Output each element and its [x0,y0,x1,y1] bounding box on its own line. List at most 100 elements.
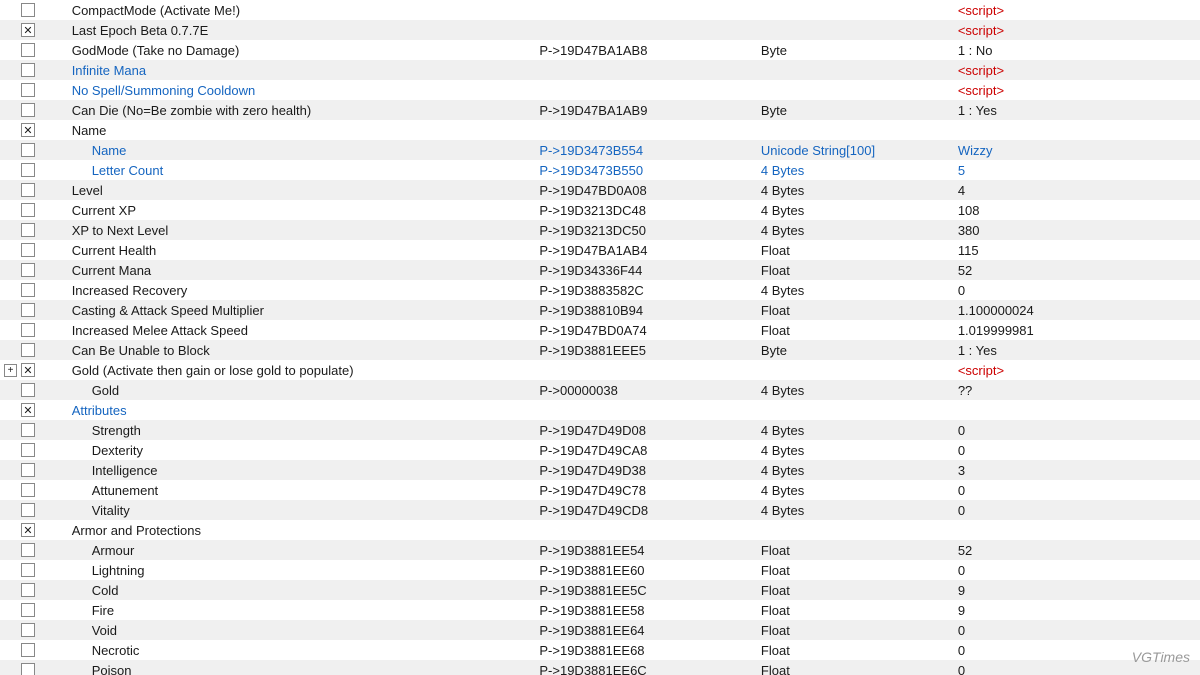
checkbox-unchecked[interactable] [21,583,35,597]
table-row: LevelP->19D47BD0A084 Bytes4 [0,180,1200,200]
check-cell[interactable] [0,40,68,60]
table-row: Letter CountP->19D3473B5504 Bytes5 [0,160,1200,180]
checkbox-unchecked[interactable] [21,3,35,17]
entry-value: ?? [954,380,1200,400]
check-cell[interactable] [0,140,68,160]
entry-address: P->19D3883582C [535,280,757,300]
entry-type: 4 Bytes [757,500,954,520]
checkbox-unchecked[interactable] [21,603,35,617]
table-row: Casting & Attack Speed MultiplierP->19D3… [0,300,1200,320]
checkbox-unchecked[interactable] [21,503,35,517]
check-cell[interactable] [0,100,68,120]
checkbox-unchecked[interactable] [21,63,35,77]
checkbox-unchecked[interactable] [21,623,35,637]
entry-type: Float [757,300,954,320]
checkbox-unchecked[interactable] [21,183,35,197]
check-cell[interactable] [0,0,68,20]
table-row: +✕Gold (Activate then gain or lose gold … [0,360,1200,380]
check-cell[interactable]: ✕ [0,400,68,420]
checkbox-unchecked[interactable] [21,643,35,657]
check-cell[interactable] [0,80,68,100]
check-cell[interactable]: ✕ [0,20,68,40]
checkbox-unchecked[interactable] [21,343,35,357]
checkbox-unchecked[interactable] [21,143,35,157]
check-cell[interactable] [0,240,68,260]
check-cell[interactable] [0,340,68,360]
check-cell[interactable] [0,600,68,620]
entry-address [535,80,757,100]
checkbox-unchecked[interactable] [21,203,35,217]
entry-address: P->19D3473B554 [535,140,757,160]
check-cell[interactable] [0,160,68,180]
table-row: VoidP->19D3881EE64Float0 [0,620,1200,640]
checkbox-unchecked[interactable] [21,83,35,97]
check-cell[interactable] [0,540,68,560]
entry-address [535,360,757,380]
check-cell[interactable] [0,60,68,80]
entry-type: Float [757,640,954,660]
entry-type [757,400,954,420]
checkbox-unchecked[interactable] [21,283,35,297]
entry-address: P->19D3881EE54 [535,540,757,560]
checkbox-unchecked[interactable] [21,243,35,257]
check-cell[interactable] [0,380,68,400]
check-cell[interactable] [0,420,68,440]
check-cell[interactable] [0,300,68,320]
checkbox-unchecked[interactable] [21,323,35,337]
entry-address: P->19D47BD0A74 [535,320,757,340]
check-cell[interactable]: ✕ [0,120,68,140]
check-cell[interactable] [0,560,68,580]
checkbox-checked[interactable]: ✕ [21,523,35,537]
check-cell[interactable] [0,620,68,640]
checkbox-unchecked[interactable] [21,43,35,57]
check-cell[interactable] [0,440,68,460]
checkbox-checked[interactable]: ✕ [21,403,35,417]
entry-type: 4 Bytes [757,220,954,240]
entry-name: Intelligence [68,460,536,480]
check-cell[interactable] [0,280,68,300]
checkbox-unchecked[interactable] [21,483,35,497]
check-cell[interactable] [0,200,68,220]
check-cell[interactable] [0,660,68,675]
entry-name: Last Epoch Beta 0.7.7E [68,20,536,40]
check-cell[interactable] [0,180,68,200]
checkbox-unchecked[interactable] [21,443,35,457]
checkbox-unchecked[interactable] [21,163,35,177]
expand-icon[interactable]: + [4,364,17,377]
entry-address: P->19D3473B550 [535,160,757,180]
checkbox-checked[interactable]: ✕ [21,363,35,377]
checkbox-checked[interactable]: ✕ [21,123,35,137]
check-cell[interactable] [0,640,68,660]
main-table-container[interactable]: CompactMode (Activate Me!)<script>✕Last … [0,0,1200,675]
entry-address: P->19D47D49D08 [535,420,757,440]
checkbox-unchecked[interactable] [21,423,35,437]
table-row: ✕Last Epoch Beta 0.7.7E<script> [0,20,1200,40]
check-cell[interactable]: ✕ [0,520,68,540]
checkbox-unchecked[interactable] [21,563,35,577]
entry-address: P->19D3213DC48 [535,200,757,220]
table-row: FireP->19D3881EE58Float9 [0,600,1200,620]
entry-name: Name [68,120,536,140]
check-cell[interactable] [0,460,68,480]
checkbox-unchecked[interactable] [21,263,35,277]
entry-type: 4 Bytes [757,280,954,300]
checkbox-unchecked[interactable] [21,543,35,557]
checkbox-unchecked[interactable] [21,463,35,477]
check-cell[interactable] [0,580,68,600]
checkbox-unchecked[interactable] [21,223,35,237]
table-row: Infinite Mana<script> [0,60,1200,80]
check-cell[interactable] [0,220,68,240]
check-cell[interactable] [0,500,68,520]
entry-type: Float [757,580,954,600]
check-cell[interactable] [0,260,68,280]
check-cell[interactable] [0,480,68,500]
entry-type [757,20,954,40]
check-cell[interactable]: +✕ [0,360,68,380]
checkbox-unchecked[interactable] [21,383,35,397]
check-cell[interactable] [0,320,68,340]
checkbox-checked[interactable]: ✕ [21,23,35,37]
checkbox-unchecked[interactable] [21,103,35,117]
entry-name: XP to Next Level [68,220,536,240]
checkbox-unchecked[interactable] [21,663,35,675]
checkbox-unchecked[interactable] [21,303,35,317]
